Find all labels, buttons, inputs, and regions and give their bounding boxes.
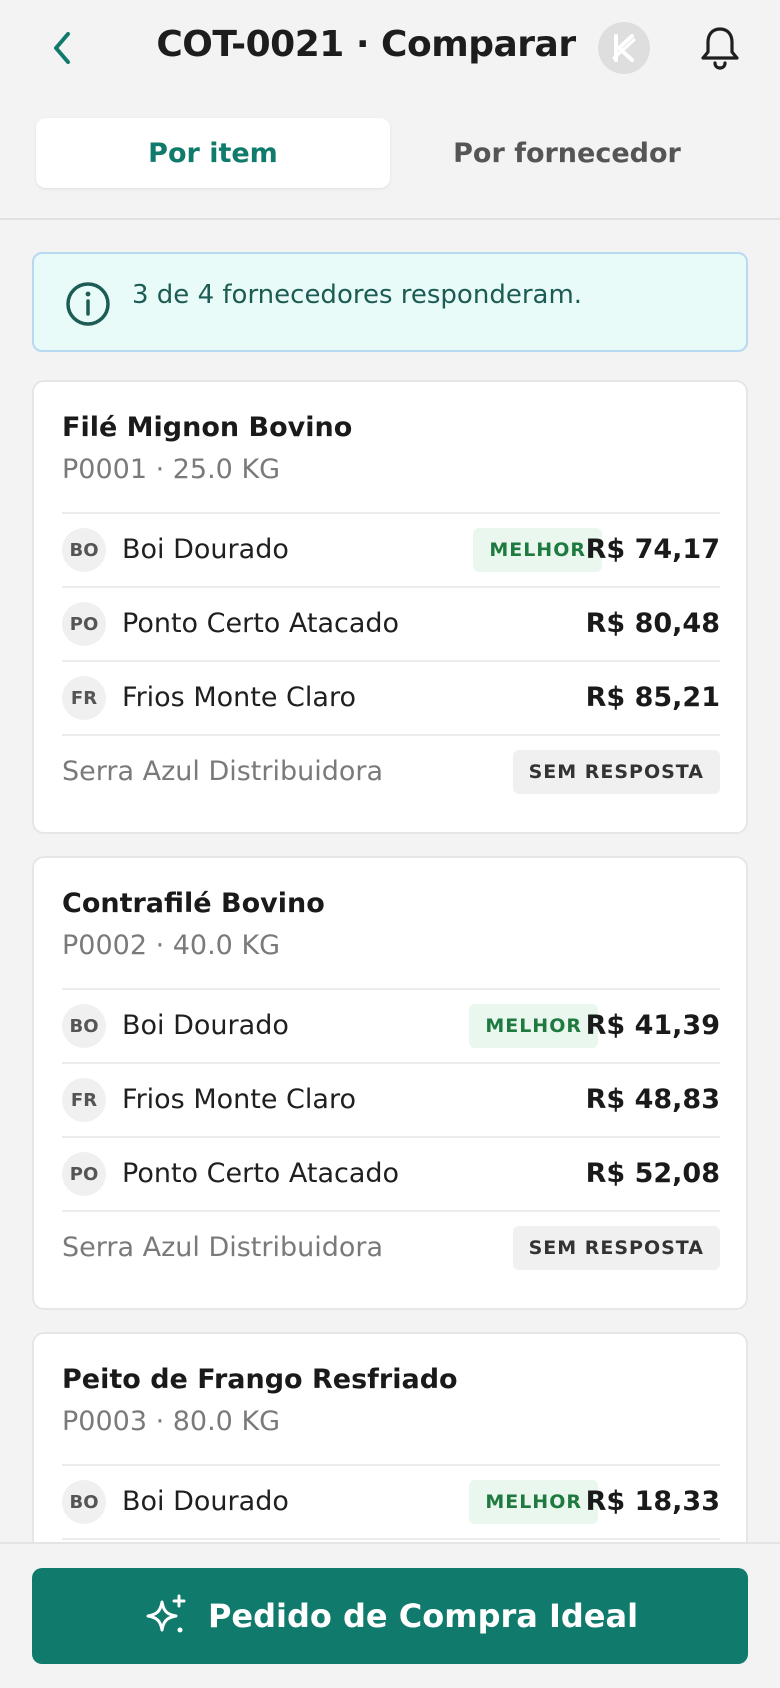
no-response-row: Serra Azul Distribuidora SEM RESPOSTA: [62, 734, 720, 808]
tab-label: Por item: [148, 137, 278, 169]
info-text: 3 de 4 fornecedores responderam.: [132, 280, 583, 310]
quote-price: R$ 80,48: [585, 608, 720, 639]
quote-row[interactable]: PO Ponto Certo Atacado R$ 80,48: [62, 586, 720, 660]
supplier-avatar: FR: [62, 1078, 106, 1122]
quote-row[interactable]: BO Boi Dourado MELHOR R$ 41,39: [62, 988, 720, 1062]
quote-row[interactable]: BO Boi Dourado MELHOR R$ 18,33: [62, 1464, 720, 1538]
quote-price: R$ 48,83: [585, 1084, 720, 1115]
supplier-name: Boi Dourado: [122, 534, 289, 565]
supplier-name: Boi Dourado: [122, 1010, 289, 1041]
supplier-name: Serra Azul Distribuidora: [62, 756, 384, 787]
quote-row[interactable]: FR Frios Monte Claro R$ 85,21: [62, 660, 720, 734]
item-code-qty: P0002 · 40.0 KG: [62, 930, 281, 961]
info-banner: 3 de 4 fornecedores responderam.: [32, 252, 748, 352]
item-name: Contrafilé Bovino: [62, 888, 325, 919]
item-code-qty: P0001 · 25.0 KG: [62, 454, 281, 485]
supplier-name: Frios Monte Claro: [122, 1084, 356, 1115]
tab-label: Por fornecedor: [453, 137, 681, 169]
supplier-avatar: BO: [62, 1004, 106, 1048]
best-badge: MELHOR: [469, 1480, 598, 1524]
supplier-name: Boi Dourado: [122, 1486, 289, 1517]
item-card[interactable]: Filé Mignon Bovino P0001 · 25.0 KG BO Bo…: [32, 380, 748, 834]
item-name: Peito de Frango Resfriado: [62, 1364, 458, 1395]
notifications-button[interactable]: [694, 22, 746, 74]
supplier-name: Frios Monte Claro: [122, 682, 356, 713]
quote-price: R$ 18,33: [585, 1486, 720, 1517]
best-badge: MELHOR: [473, 528, 602, 572]
best-badge: MELHOR: [469, 1004, 598, 1048]
item-name: Filé Mignon Bovino: [62, 412, 353, 443]
quote-price: R$ 74,17: [585, 534, 720, 565]
bell-icon: [701, 27, 739, 70]
view-tabs: Por item Por fornecedor: [36, 118, 748, 190]
quote-price: R$ 85,21: [585, 682, 720, 713]
sparkles-icon: [146, 1594, 186, 1633]
quote-row[interactable]: FR Frios Monte Claro R$ 48,83: [62, 1062, 720, 1136]
cta-label: Pedido de Compra Ideal: [207, 1597, 639, 1635]
supplier-name: Ponto Certo Atacado: [122, 1158, 400, 1189]
page-title: COT-0021 · Comparar: [156, 24, 576, 65]
item-card[interactable]: Contrafilé Bovino P0002 · 40.0 KG BO Boi…: [32, 856, 748, 1310]
no-response-badge: SEM RESPOSTA: [512, 1226, 720, 1270]
brand-button[interactable]: [598, 22, 650, 74]
quote-price: R$ 52,08: [585, 1158, 720, 1189]
no-response-row: Serra Azul Distribuidora SEM RESPOSTA: [62, 1210, 720, 1284]
tab-por-item[interactable]: Por item: [36, 118, 390, 188]
supplier-avatar: PO: [62, 1152, 106, 1196]
no-response-badge: SEM RESPOSTA: [512, 750, 720, 794]
supplier-avatar: BO: [62, 528, 106, 572]
supplier-avatar: PO: [62, 602, 106, 646]
info-icon: [66, 282, 110, 326]
quote-price: R$ 41,39: [585, 1010, 720, 1041]
supplier-avatar: BO: [62, 1480, 106, 1524]
brand-logo-icon: [612, 34, 636, 62]
app-header: COT-0021 · Comparar: [0, 0, 780, 96]
tab-por-fornecedor[interactable]: Por fornecedor: [390, 118, 744, 188]
header-divider: [0, 218, 780, 220]
quote-row[interactable]: PO Ponto Certo Atacado R$ 52,08: [62, 1136, 720, 1210]
quote-row[interactable]: BO Boi Dourado MELHOR R$ 74,17: [62, 512, 720, 586]
supplier-avatar: FR: [62, 676, 106, 720]
item-code-qty: P0003 · 80.0 KG: [62, 1406, 281, 1437]
supplier-name: Serra Azul Distribuidora: [62, 1232, 384, 1263]
ideal-purchase-order-button[interactable]: Pedido de Compra Ideal: [32, 1568, 748, 1664]
supplier-name: Ponto Certo Atacado: [122, 608, 400, 639]
